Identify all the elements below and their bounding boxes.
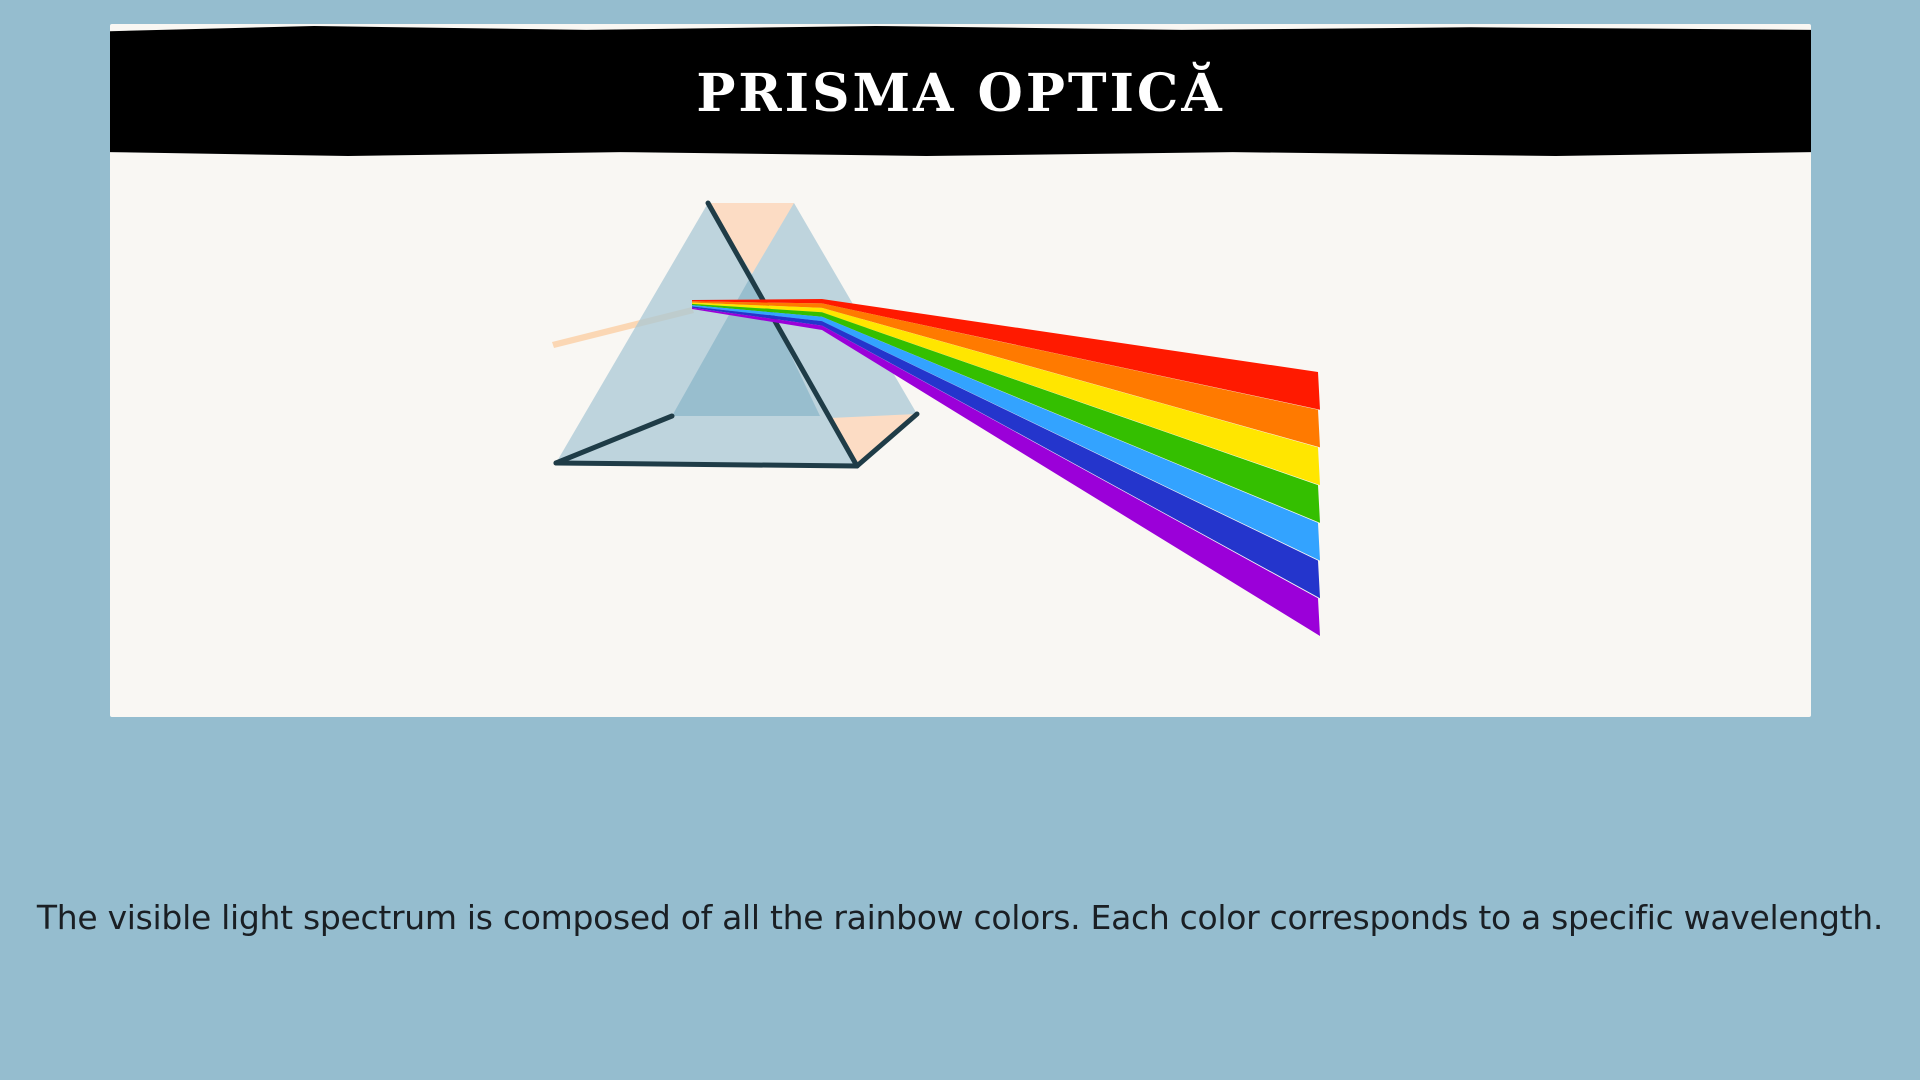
slide-caption: The visible light spectrum is composed o… xyxy=(36,898,1884,937)
slide: PRISMA OPTICĂ The visible light spectrum… xyxy=(0,0,1920,1080)
